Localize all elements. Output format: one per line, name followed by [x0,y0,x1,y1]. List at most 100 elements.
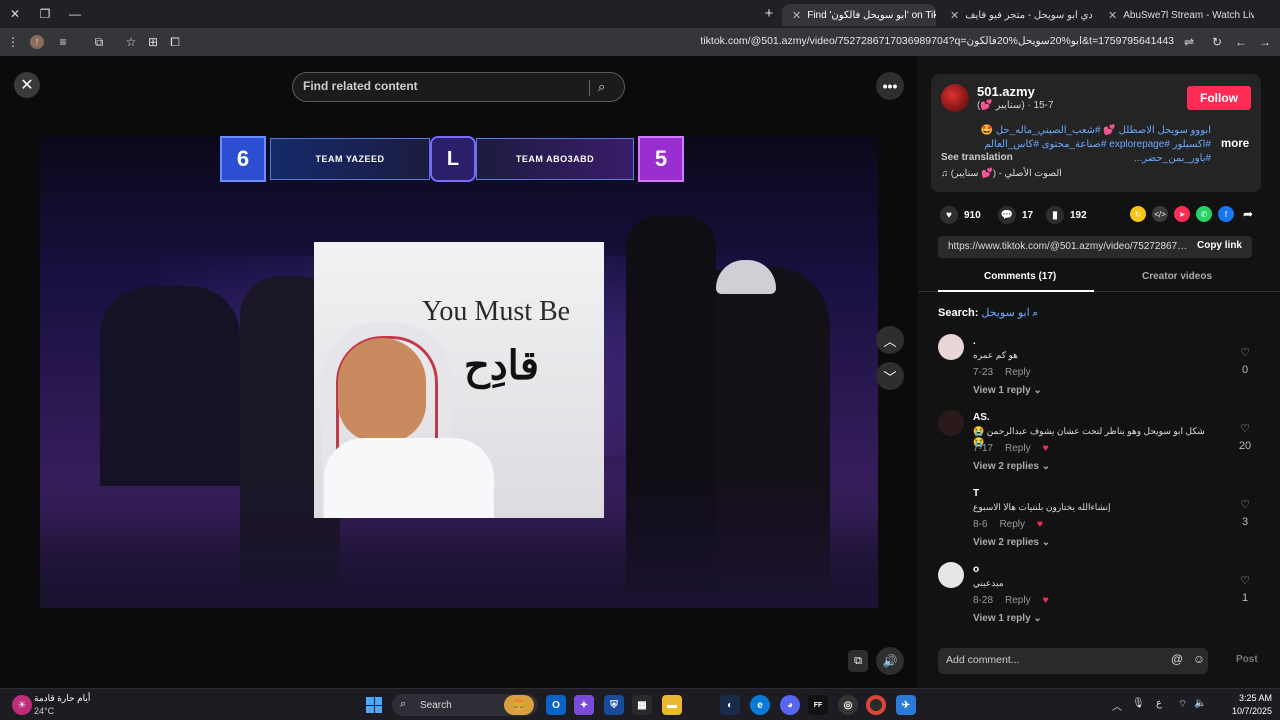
copy-link-button[interactable]: Copy link [1197,240,1242,251]
view-replies-button[interactable]: View 2 replies ⌄ [973,461,1050,472]
avatar[interactable] [938,334,964,360]
comment-author[interactable]: . [973,336,976,347]
reading-list-icon[interactable]: ≡ [54,33,72,51]
avatar[interactable] [941,84,969,112]
chrome-icon[interactable] [866,695,886,715]
forward-icon[interactable]: ← [1232,33,1250,51]
edge-icon[interactable]: e [750,695,770,715]
share-icon[interactable]: ➦ [1240,206,1256,222]
comment-author[interactable]: o [973,564,979,575]
video-frame[interactable]: 6 TEAM YAZEED L TEAM ABO3ABD 5 You Must … [40,136,878,608]
weather-icon[interactable]: ☀ [12,695,32,715]
profile-icon[interactable]: ! [30,35,44,49]
tab-tiktok[interactable]: ✕ Find 'ابو سويحل فالكون' on TikTok [782,4,936,26]
view-replies-button[interactable]: View 2 replies ⌄ [973,537,1050,548]
url-bar[interactable]: tiktok.com/@501.azmy/video/7527286717036… [700,35,1174,47]
post-button[interactable]: Post [1236,654,1258,665]
new-tab-button[interactable]: + [760,4,778,22]
more-options-button[interactable]: ••• [876,72,904,100]
comment-input[interactable]: Add comment... [946,654,1020,666]
reply-button[interactable]: Reply [1005,443,1031,454]
copilot-icon[interactable]: ✦ [574,695,594,715]
comment-search-suggestion[interactable]: Search: ابو سويحل ⌕ [938,306,1038,319]
install-icon[interactable]: ⧠ [166,33,184,51]
repost-icon[interactable]: ↻ [1130,206,1146,222]
add-comment-box[interactable]: Add comment... @ ☺ [938,648,1208,674]
app-icon[interactable]: ◐ [720,695,740,715]
like-heart-icon[interactable]: ♡ [1238,422,1252,435]
outlook-icon[interactable]: O [546,695,566,715]
caption-text[interactable]: ابووو سويحل الاصطلل 💕 #شعب_الصيني_ماله_ح… [981,125,1211,164]
microphone-icon[interactable]: 🎙 [1132,698,1145,709]
send-icon[interactable]: ➤ [1174,206,1190,222]
view-replies-button[interactable]: View 1 reply ⌄ [973,613,1042,624]
close-tab-icon[interactable]: ✕ [1108,9,1117,22]
music-link[interactable]: ♫ الصوت الأصلي - (💕 سنايبر) [941,168,1062,179]
save-button[interactable]: ▮ 192 [1046,206,1087,224]
window-minimize-icon[interactable]: — [64,4,86,24]
window-restore-icon[interactable]: ❐ [34,4,56,24]
window-close-icon[interactable]: ✕ [4,4,26,24]
speaker-icon[interactable]: 🔈 [1194,698,1206,709]
translate-icon[interactable]: ⊞ [144,33,162,51]
site-settings-icon[interactable]: ⇌ [1180,33,1198,51]
reply-button[interactable]: Reply [1005,595,1031,606]
previous-video-button[interactable]: ︿ [876,326,904,354]
comment-button[interactable]: 💬 17 [998,206,1033,224]
steam-icon[interactable]: ◎ [838,695,858,715]
reload-icon[interactable]: ↻ [1208,33,1226,51]
like-heart-icon[interactable]: ♡ [1238,346,1252,359]
close-tab-icon[interactable]: ✕ [792,9,801,22]
language-indicator[interactable]: ع [1156,698,1162,709]
video-link[interactable]: https://www.tiktok.com/@501.azmy/video/7… [948,241,1188,252]
facebook-icon[interactable]: f [1218,206,1234,222]
weather-title[interactable]: أيام حارة قادمة [34,693,90,704]
search-input[interactable]: Find related content [303,79,583,93]
app-icon[interactable]: ✈ [896,695,916,715]
chevron-up-icon[interactable]: ︿ [1112,698,1122,713]
pip-icon[interactable]: ⧉ [848,650,868,672]
see-translation-link[interactable]: See translation [941,152,1013,163]
comment-author[interactable]: T [973,488,979,499]
embed-icon[interactable]: </> [1152,206,1168,222]
avatar[interactable] [938,562,964,588]
tab-store[interactable]: ✕ هودي ابو سويحل - متجر فيو فايف [940,4,1092,26]
clock-time[interactable]: 3:25 AM [1239,693,1272,703]
search-icon[interactable]: ⌕ [598,79,614,95]
game-app-icon[interactable]: FF [808,695,828,715]
tab-creator-videos[interactable]: Creator videos [1142,271,1212,282]
author-username[interactable]: 501.azmy [977,84,1035,99]
like-button[interactable]: ♥ 910 [940,206,981,224]
like-heart-icon[interactable]: ♡ [1238,574,1252,587]
emoji-icon[interactable]: ☺ [1190,652,1208,666]
menu-icon[interactable]: ⋮ [4,33,22,51]
tab-stream[interactable]: ✕ AbuSwe7l Stream - Watch Live K [1098,4,1254,26]
volume-icon[interactable]: 🔊 [876,647,904,675]
search-query[interactable]: ابو سويحل [981,307,1029,319]
view-replies-button[interactable]: View 1 reply ⌄ [973,385,1042,396]
store-icon[interactable]: ▦ [632,695,652,715]
extensions-icon[interactable]: ⧉ [90,33,108,51]
bookmark-star-icon[interactable]: ☆ [122,33,140,51]
caption-more-link[interactable]: more [1221,138,1249,150]
search-highlight-icon[interactable]: 🍔 [504,695,534,715]
comment-author[interactable]: AS. [973,412,990,423]
reply-button[interactable]: Reply [1005,367,1031,378]
next-video-button[interactable]: ﹀ [876,362,904,390]
close-icon[interactable]: ✕ [14,72,40,98]
clock-date[interactable]: 10/7/2025 [1232,706,1272,716]
related-search-box[interactable]: Find related content ⌕ [292,72,625,102]
whatsapp-icon[interactable]: ✆ [1196,206,1212,222]
avatar[interactable] [938,410,964,436]
file-explorer-icon[interactable]: ▬ [662,695,682,715]
mention-icon[interactable]: @ [1168,652,1186,666]
back-icon[interactable]: → [1256,33,1274,51]
close-tab-icon[interactable]: ✕ [950,9,959,22]
reply-button[interactable]: Reply [999,519,1025,530]
wifi-icon[interactable]: ⌔ [1178,698,1187,711]
like-heart-icon[interactable]: ♡ [1238,498,1252,511]
start-icon[interactable] [366,697,382,713]
avatar[interactable] [938,486,964,512]
discord-icon[interactable]: ◕ [780,695,800,715]
tab-comments[interactable]: Comments (17) [984,271,1056,282]
